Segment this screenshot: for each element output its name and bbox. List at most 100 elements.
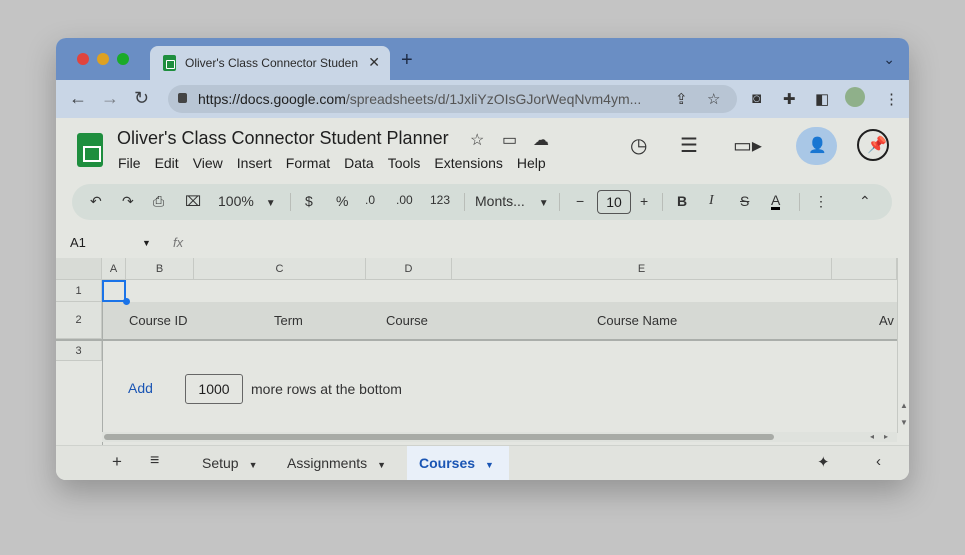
print-icon[interactable]: ⎙: [153, 193, 164, 210]
menu-tools[interactable]: Tools: [388, 155, 421, 171]
scroll-up-icon[interactable]: ▲: [900, 401, 908, 410]
tab-search-chevron-icon[interactable]: ⌄: [883, 51, 895, 68]
row-header[interactable]: 3: [56, 341, 102, 361]
select-all-corner[interactable]: [56, 258, 102, 280]
font-family-select[interactable]: Monts... ▼: [475, 193, 549, 209]
sheet-tab-setup[interactable]: Setup ▼: [202, 455, 258, 471]
bookmark-star-icon[interactable]: ☆: [707, 90, 720, 108]
redo-icon[interactable]: ↷: [122, 193, 134, 210]
header-cell[interactable]: Course ID: [129, 313, 188, 328]
scroll-left-icon[interactable]: ◂: [870, 432, 874, 441]
add-rows-count-input[interactable]: 1000: [185, 374, 243, 404]
comments-icon[interactable]: ☰: [680, 133, 698, 158]
more-tools-icon[interactable]: ⋮: [814, 193, 828, 210]
horizontal-scrollbar[interactable]: ◂ ▸: [102, 432, 897, 442]
row-header[interactable]: 2: [56, 302, 102, 339]
reload-icon[interactable]: ↻: [134, 88, 149, 108]
side-panel-toggle-icon[interactable]: ‹: [876, 453, 881, 470]
italic-button[interactable]: I: [709, 193, 714, 209]
close-window-button[interactable]: [77, 53, 89, 65]
camera-icon[interactable]: ◙: [752, 90, 761, 107]
browser-window: Oliver's Class Connector Studen ✕ + ⌄ ← …: [56, 38, 909, 480]
decrease-decimal-button[interactable]: .0: [365, 193, 375, 207]
explore-icon[interactable]: ✦: [817, 453, 830, 471]
collapse-toolbar-icon[interactable]: ⌃: [859, 193, 871, 210]
font-size-input[interactable]: 10: [597, 190, 631, 214]
back-arrow-icon[interactable]: ←: [69, 88, 87, 108]
number-format-button[interactable]: 123: [430, 193, 450, 207]
meet-video-icon[interactable]: ▭▸: [733, 133, 762, 158]
browser-tab[interactable]: Oliver's Class Connector Studen ✕: [150, 46, 390, 80]
undo-icon[interactable]: ↶: [90, 193, 102, 210]
url-text[interactable]: https://docs.google.com/spreadsheets/d/1…: [198, 91, 668, 107]
menu-view[interactable]: View: [193, 155, 223, 171]
header-cell[interactable]: Av: [879, 313, 894, 328]
pin-button[interactable]: 📌: [857, 129, 889, 161]
add-sheet-icon[interactable]: +: [112, 452, 122, 472]
table-row[interactable]: Course ID Term Course Course Name Av: [102, 302, 897, 339]
menu-extensions[interactable]: Extensions: [434, 155, 502, 171]
selected-cell[interactable]: [102, 280, 126, 302]
maximize-window-button[interactable]: [117, 53, 129, 65]
share-page-icon[interactable]: ⇪: [675, 90, 688, 108]
scroll-right-icon[interactable]: ▸: [884, 432, 888, 441]
more-menu-icon[interactable]: ⋮: [884, 90, 899, 108]
sheet-menu-icon[interactable]: ▼: [249, 460, 258, 470]
menu-format[interactable]: Format: [286, 155, 330, 171]
vertical-scrollbar[interactable]: ▲ ▼: [897, 258, 909, 433]
url-path: /spreadsheets/d/1JxliYzOIsGJorWeqNvm4ym.…: [345, 91, 642, 107]
column-header[interactable]: D: [366, 258, 452, 280]
bold-button[interactable]: B: [677, 193, 687, 209]
column-header[interactable]: E: [452, 258, 832, 280]
omnibox[interactable]: https://docs.google.com/spreadsheets/d/1…: [168, 85, 737, 113]
version-history-icon[interactable]: ◷: [630, 133, 647, 158]
document-title[interactable]: Oliver's Class Connector Student Planner: [117, 128, 449, 149]
new-tab-button[interactable]: +: [401, 50, 413, 70]
column-header[interactable]: C: [194, 258, 366, 280]
paint-format-icon[interactable]: ⌧: [185, 193, 201, 210]
header-cell[interactable]: Course: [386, 313, 428, 328]
sheet-tab-assignments[interactable]: Assignments ▼: [287, 455, 386, 471]
url-host: https://docs.google.com: [198, 91, 346, 107]
header-cell[interactable]: Term: [274, 313, 303, 328]
strikethrough-icon[interactable]: S: [740, 193, 749, 209]
sheet-menu-icon[interactable]: ▼: [377, 460, 386, 470]
side-panel-icon[interactable]: ◧: [815, 90, 829, 108]
extensions-puzzle-icon[interactable]: ✚: [783, 90, 796, 108]
scroll-down-icon[interactable]: ▼: [900, 418, 908, 427]
horizontal-scroll-thumb[interactable]: [104, 434, 774, 440]
share-button[interactable]: 👤: [796, 127, 837, 165]
percent-format-button[interactable]: %: [336, 193, 348, 209]
zoom-select[interactable]: 100% ▼: [218, 193, 276, 209]
column-header-overflow[interactable]: [832, 258, 897, 280]
profile-avatar[interactable]: [845, 87, 865, 107]
fill-handle[interactable]: [123, 298, 130, 305]
add-rows-button[interactable]: Add: [128, 380, 153, 396]
all-sheets-menu-icon[interactable]: ≡: [150, 452, 159, 470]
column-header[interactable]: A: [102, 258, 126, 280]
row-header[interactable]: 1: [56, 280, 102, 302]
header-cell[interactable]: Course Name: [597, 313, 677, 328]
menu-data[interactable]: Data: [344, 155, 374, 171]
star-icon[interactable]: ☆: [470, 130, 484, 150]
font-size-increase-icon[interactable]: +: [640, 193, 648, 209]
move-folder-icon[interactable]: ▭: [502, 130, 517, 150]
column-header[interactable]: B: [126, 258, 194, 280]
sheets-logo-icon[interactable]: [77, 133, 103, 167]
tab-close-icon[interactable]: ✕: [368, 54, 380, 71]
cloud-status-icon[interactable]: ☁: [533, 130, 549, 150]
minimize-window-button[interactable]: [97, 53, 109, 65]
forward-arrow-icon[interactable]: →: [101, 88, 119, 108]
sheet-menu-icon[interactable]: ▼: [485, 460, 494, 470]
increase-decimal-button[interactable]: .00: [396, 193, 413, 207]
currency-format-button[interactable]: $: [305, 193, 313, 209]
text-color-button[interactable]: A: [771, 193, 781, 210]
menu-insert[interactable]: Insert: [237, 155, 272, 171]
menu-edit[interactable]: Edit: [155, 155, 179, 171]
menu-help[interactable]: Help: [517, 155, 546, 171]
menu-file[interactable]: File: [118, 155, 141, 171]
frozen-row-divider[interactable]: [56, 339, 909, 341]
name-box[interactable]: A1 ▼: [70, 235, 151, 250]
font-size-decrease-icon[interactable]: −: [576, 193, 584, 209]
sheet-tab-courses[interactable]: Courses ▼: [419, 455, 494, 471]
